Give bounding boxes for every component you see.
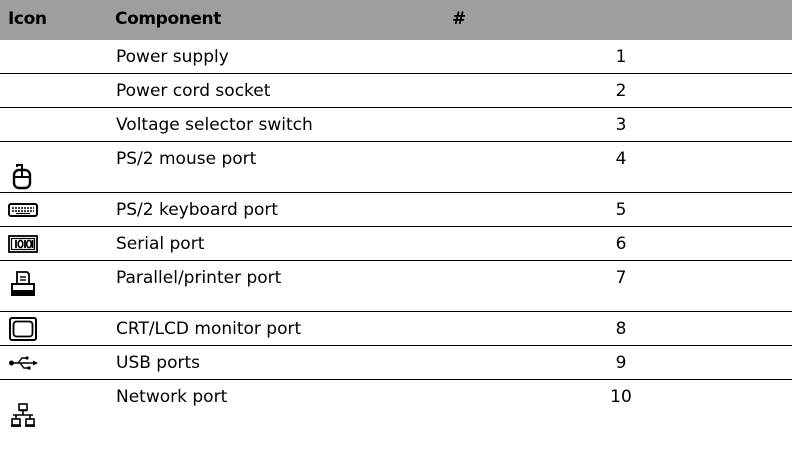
header-component-label: Component <box>115 9 221 29</box>
table-row: Power supply 1 <box>0 40 792 74</box>
table-row: Power cord socket 2 <box>0 74 792 108</box>
component-label: PS/2 keyboard port <box>116 200 279 220</box>
component-label: Serial port <box>116 234 205 254</box>
component-label: Power supply <box>116 47 229 67</box>
component-number: 5 <box>615 200 627 220</box>
table-row: Network port 10 <box>0 380 792 469</box>
table-row: CRT/LCD monitor port 8 <box>0 312 792 346</box>
component-label: Voltage selector switch <box>116 115 313 135</box>
monitor-icon <box>8 314 38 344</box>
mouse-icon <box>8 160 38 190</box>
table-row: Voltage selector switch 3 <box>0 108 792 142</box>
component-label: Power cord socket <box>116 81 271 101</box>
component-number: 10 <box>610 387 632 407</box>
component-label: USB ports <box>116 353 201 373</box>
component-label: Parallel/printer port <box>116 268 282 288</box>
serial-port-icon <box>8 229 38 259</box>
component-number: 2 <box>615 81 627 101</box>
component-number: 4 <box>615 149 627 169</box>
header-number-label: # <box>452 9 466 29</box>
header-icon-label: Icon <box>8 9 47 29</box>
component-number: 8 <box>615 319 627 339</box>
usb-icon <box>8 348 38 378</box>
table-row: Serial port 6 <box>0 227 792 261</box>
table-row: USB ports 9 <box>0 346 792 380</box>
component-number: 9 <box>615 353 627 373</box>
component-number: 7 <box>615 268 627 288</box>
component-number: 3 <box>615 115 627 135</box>
printer-icon <box>8 269 38 299</box>
table-header: Icon Component # <box>0 0 792 40</box>
component-label: Network port <box>116 387 228 407</box>
table-row: PS/2 keyboard port 5 <box>0 193 792 227</box>
component-number: 6 <box>615 234 627 254</box>
component-label: CRT/LCD monitor port <box>116 319 302 339</box>
component-label: PS/2 mouse port <box>116 149 257 169</box>
network-icon <box>8 402 38 432</box>
table-row: PS/2 mouse port 4 <box>0 142 792 193</box>
table-row: Parallel/printer port 7 <box>0 261 792 312</box>
component-number: 1 <box>615 47 627 67</box>
keyboard-icon <box>8 195 38 225</box>
